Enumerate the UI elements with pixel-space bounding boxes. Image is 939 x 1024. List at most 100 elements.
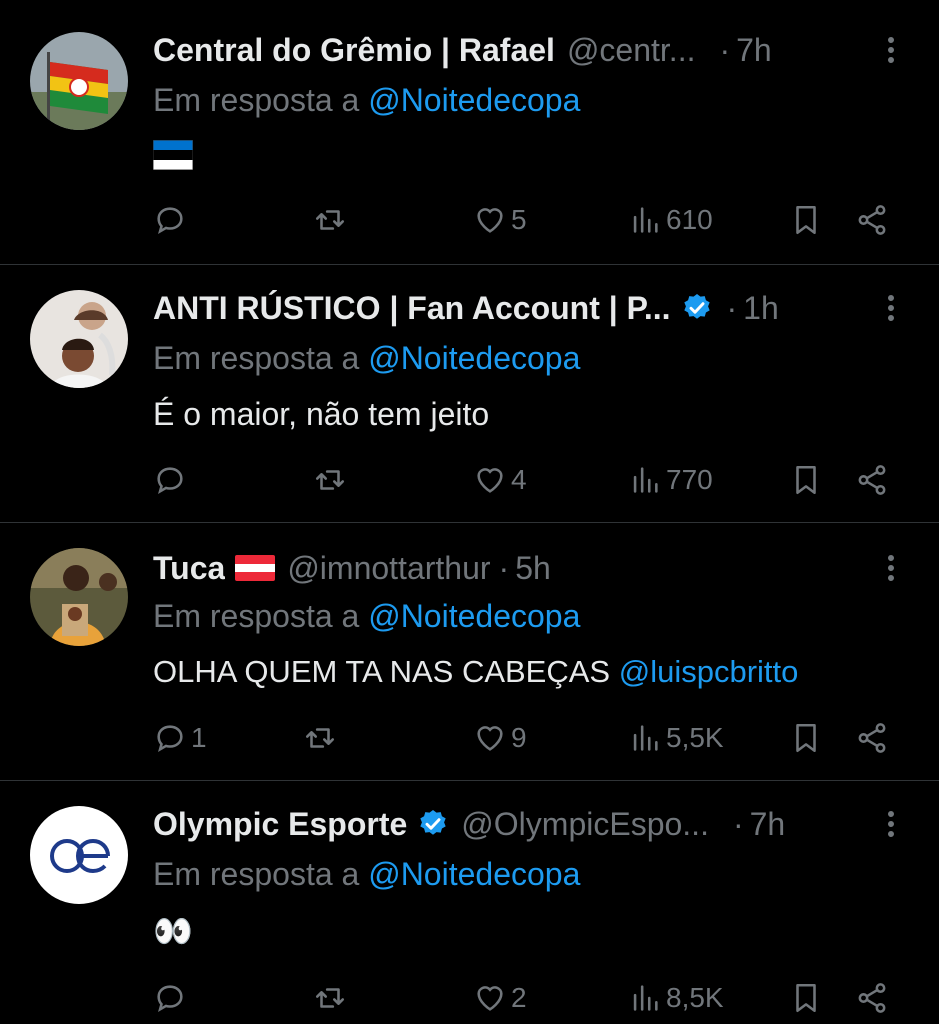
retweet-button[interactable] — [313, 976, 351, 1020]
retweet-button[interactable] — [303, 716, 341, 760]
views-chart-icon — [633, 985, 658, 1011]
bookmark-icon — [796, 205, 816, 235]
verified-badge-icon — [420, 810, 446, 835]
share-button[interactable] — [855, 198, 889, 242]
reply-mention-link[interactable]: @Noitedecopa — [368, 82, 580, 118]
person-photo-avatar — [30, 548, 128, 646]
views-button[interactable]: 8,5K — [628, 976, 724, 1020]
avatar[interactable] — [30, 548, 128, 646]
bookmark-button[interactable] — [789, 976, 823, 1020]
tweet[interactable]: ANTI RÚSTICO | Fan Account | P... · 1h E… — [0, 264, 939, 523]
estonia-flag-icon — [152, 139, 194, 171]
like-button[interactable]: 5 — [473, 198, 527, 242]
share-icon — [858, 723, 886, 753]
reply-icon — [157, 725, 183, 752]
tweet-actions: 2 8,5K — [153, 976, 913, 1020]
more-options-icon[interactable] — [881, 802, 901, 846]
display-name[interactable]: Olympic Esporte — [153, 806, 407, 843]
austria-flag-icon — [235, 555, 276, 581]
tweet[interactable]: Tuca @imnottarthur · 5h Em resposta a @N… — [0, 522, 939, 781]
reply-mention-link[interactable]: @Noitedecopa — [368, 340, 580, 376]
reply-prefix: Em resposta a — [153, 856, 360, 892]
heart-icon — [477, 726, 503, 751]
tweet-actions: 5 610 — [153, 198, 913, 242]
views-chart-icon — [633, 725, 658, 751]
tweet-text-content: OLHA QUEM TA NAS CABEÇAS — [153, 654, 611, 689]
reply-icon — [157, 207, 183, 234]
more-options-icon[interactable] — [881, 286, 901, 330]
tweet-actions: 4 770 — [153, 458, 913, 502]
retweet-button[interactable] — [313, 198, 351, 242]
username[interactable]: @centr... — [567, 32, 696, 69]
reply-button[interactable] — [153, 458, 191, 502]
share-button[interactable] — [855, 976, 889, 1020]
mention-link[interactable]: @luispcbritto — [619, 654, 799, 689]
like-count: 9 — [511, 722, 527, 753]
timestamp[interactable]: 7h — [750, 806, 786, 843]
like-button[interactable]: 4 — [473, 458, 527, 502]
bookmark-button[interactable] — [789, 198, 823, 242]
reply-count: 1 — [191, 722, 207, 753]
retweet-icon — [315, 470, 345, 490]
bookmark-button[interactable] — [789, 716, 823, 760]
display-name[interactable]: Central do Grêmio | Rafael — [153, 32, 555, 69]
two-people-photo-avatar — [30, 290, 128, 388]
tweet-text: OLHA QUEM TA NAS CABEÇAS @luispcbritto — [153, 654, 798, 690]
avatar[interactable] — [30, 32, 128, 130]
views-button[interactable]: 5,5K — [628, 716, 724, 760]
reply-context: Em resposta a @Noitedecopa — [153, 856, 580, 893]
reply-button[interactable]: 1 — [153, 716, 207, 760]
rio-grande-do-sul-flag-avatar — [30, 32, 128, 130]
bookmark-button[interactable] — [789, 458, 823, 502]
avatar[interactable] — [30, 806, 128, 904]
retweet-button[interactable] — [313, 458, 351, 502]
timestamp[interactable]: 5h — [515, 550, 551, 587]
share-button[interactable] — [855, 716, 889, 760]
reply-mention-link[interactable]: @Noitedecopa — [368, 856, 580, 892]
separator-dot: · — [498, 549, 510, 586]
views-chart-icon — [633, 207, 658, 233]
reply-icon — [157, 985, 183, 1012]
reply-prefix: Em resposta a — [153, 598, 360, 634]
tweet-actions: 1 9 5,5K — [153, 716, 913, 760]
view-count: 8,5K — [666, 982, 724, 1013]
display-name[interactable]: Tuca — [153, 550, 225, 587]
verified-badge-icon — [683, 294, 710, 319]
username[interactable]: @imnottarthur — [287, 550, 490, 587]
views-button[interactable]: 610 — [628, 198, 713, 242]
view-count: 770 — [666, 464, 713, 495]
heart-icon — [477, 468, 503, 493]
reply-context: Em resposta a @Noitedecopa — [153, 598, 580, 635]
share-icon — [858, 983, 886, 1013]
oe-logo-avatar — [30, 806, 128, 904]
like-button[interactable]: 9 — [473, 716, 527, 760]
reply-context: Em resposta a @Noitedecopa — [153, 340, 580, 377]
username[interactable]: @OlympicEspo... — [461, 806, 709, 843]
tweet[interactable]: Central do Grêmio | Rafael @centr... · 7… — [0, 0, 939, 265]
more-options-icon[interactable] — [881, 28, 901, 72]
tweet[interactable]: Olympic Esporte @OlympicEspo... · 7h Em … — [0, 780, 939, 1024]
retweet-icon — [315, 210, 345, 230]
retweet-icon — [305, 728, 335, 748]
share-icon — [858, 205, 886, 235]
bookmark-icon — [796, 465, 816, 495]
view-count: 610 — [666, 204, 713, 235]
view-count: 5,5K — [666, 722, 724, 753]
views-button[interactable]: 770 — [628, 458, 713, 502]
share-button[interactable] — [855, 458, 889, 502]
reply-mention-link[interactable]: @Noitedecopa — [368, 598, 580, 634]
like-count: 4 — [511, 464, 527, 495]
heart-icon — [477, 208, 503, 233]
timestamp[interactable]: 7h — [736, 32, 772, 69]
heart-icon — [477, 986, 503, 1011]
timestamp[interactable]: 1h — [743, 290, 779, 327]
display-name[interactable]: ANTI RÚSTICO | Fan Account | P... — [153, 290, 671, 327]
reply-prefix: Em resposta a — [153, 340, 360, 376]
reply-button[interactable] — [153, 198, 191, 242]
avatar[interactable] — [30, 290, 128, 388]
reply-button[interactable] — [153, 976, 191, 1020]
reply-icon — [157, 467, 183, 494]
more-options-icon[interactable] — [881, 546, 901, 590]
like-count: 2 — [511, 982, 527, 1013]
like-button[interactable]: 2 — [473, 976, 527, 1020]
